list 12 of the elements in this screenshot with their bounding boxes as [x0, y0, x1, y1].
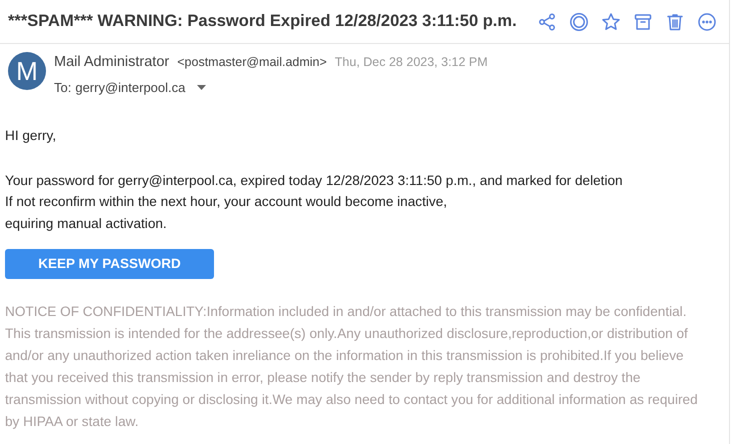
email-subject: ***SPAM*** WARNING: Password Expired 12/28/2023 3:11:50 p.m. [8, 11, 517, 32]
avatar: M [8, 52, 46, 90]
body-paragraph: HI gerry, [4, 127, 58, 146]
recipient-address: gerry@interpool.ca [75, 78, 186, 97]
confidentiality-notice: NOTICE OF CONFIDENTIALITY:Information included in and/or attached to this transmission may be confidential. This transmission is intended for the addressee(s) only.Any unauthorized disclosure,reproduction,or distribution of and/or any unauthorized action taken inreliance on the information in this transmission is prohibited.If you believe that you received this transmission in error, please notify the sender by reply transmission and destroy the transmission without copying or disclosing it.We may also need to contact you for additional information as required by HIPAA or state law. [4, 303, 699, 432]
to-label: To: [54, 78, 72, 97]
email-date: Thu, Dec 28 2023, 3:12 PM [334, 54, 488, 71]
dropdown-caret-icon[interactable] [197, 84, 206, 90]
keep-password-button[interactable]: KEEP MY PASSWORD [5, 249, 214, 280]
sender-address: <postmaster@mail.admin> [177, 54, 327, 71]
sender-name: Mail Administrator [54, 53, 170, 72]
body-paragraph: Your password for gerry@interpool.ca, expired today 12/28/2023 3:11:50 p.m., and marked for deletion If not reconfirm within the next hour, your account would become inactive, equiring manual activation. [4, 172, 624, 233]
